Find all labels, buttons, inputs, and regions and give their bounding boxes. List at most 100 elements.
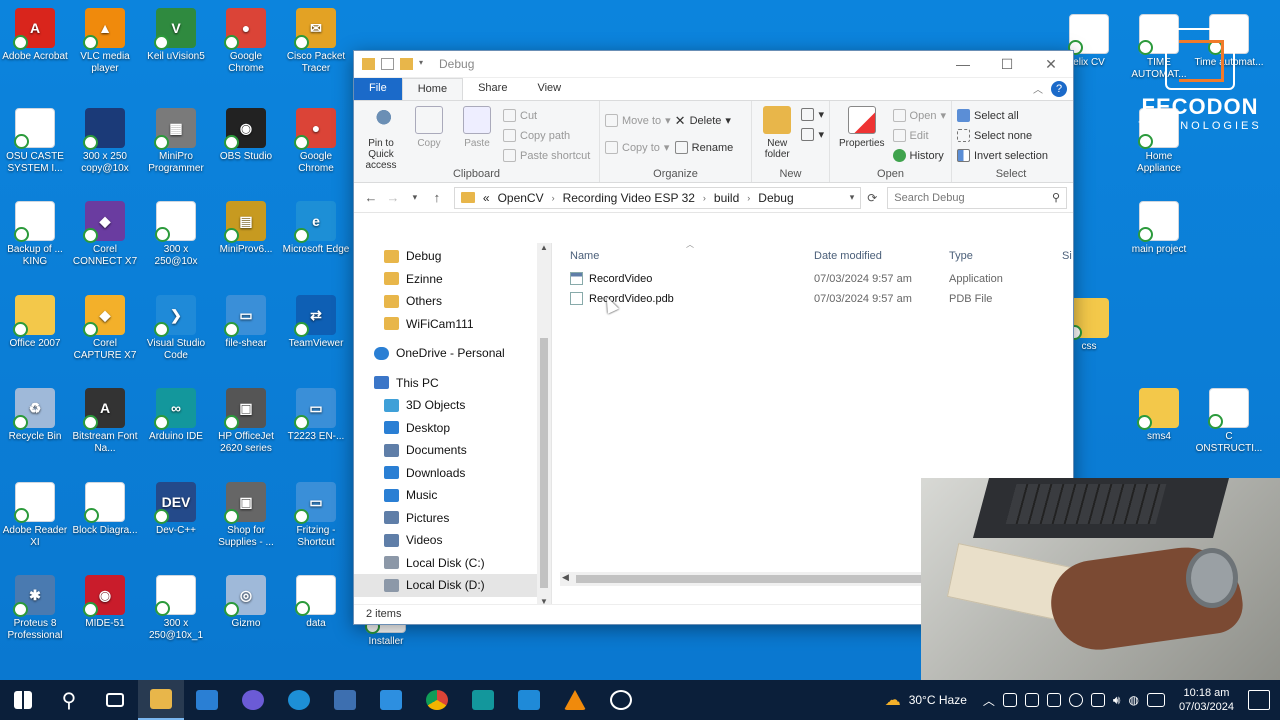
nav-item[interactable]: Ezinne bbox=[354, 268, 551, 291]
desktop-icon[interactable]: ♻ Recycle Bin bbox=[0, 388, 70, 443]
desktop-icon[interactable]: ▭ T2223 EN-... bbox=[281, 388, 351, 443]
desktop-icon[interactable]: ▭ Fritzing - Shortcut bbox=[281, 482, 351, 549]
desktop-icon[interactable]: ▣ Shop for Supplies - ... bbox=[211, 482, 281, 549]
desktop-icon[interactable]: A Bitstream Font Na... bbox=[70, 388, 140, 455]
chevron-right-icon[interactable]: › bbox=[552, 193, 555, 203]
desktop-icon[interactable]: e Microsoft Edge bbox=[281, 201, 351, 256]
nav-item[interactable]: Debug bbox=[354, 245, 551, 268]
tab-share[interactable]: Share bbox=[463, 78, 522, 100]
desktop-icon[interactable]: ● Google Chrome bbox=[211, 8, 281, 75]
nav-item[interactable]: This PC bbox=[354, 372, 551, 395]
taskbar-packet-tracer[interactable] bbox=[322, 680, 368, 720]
scroll-left-icon[interactable]: ◀ bbox=[562, 572, 569, 583]
nav-scrollbar[interactable]: ▲ ▼ bbox=[537, 243, 551, 606]
taskbar-file-explorer[interactable] bbox=[138, 680, 184, 720]
maximize-button[interactable]: ☐ bbox=[985, 51, 1029, 78]
column-type[interactable]: Type bbox=[949, 250, 973, 262]
copy-path-button[interactable]: Copy path bbox=[503, 127, 590, 144]
volume-icon[interactable]: 🔊︎ bbox=[1113, 693, 1121, 708]
desktop-icon[interactable]: Backup of ... KING bbox=[0, 201, 70, 268]
weather-text[interactable]: 30°C Haze bbox=[909, 693, 967, 707]
close-button[interactable]: ✕ bbox=[1029, 51, 1073, 78]
nav-item[interactable]: Local Disk (D:) bbox=[354, 574, 551, 597]
breadcrumb-item[interactable]: build bbox=[714, 191, 739, 205]
globe-icon[interactable]: ◍ bbox=[1128, 693, 1138, 707]
paste-shortcut-button[interactable]: Paste shortcut bbox=[503, 147, 590, 164]
task-view-button[interactable] bbox=[92, 680, 138, 720]
desktop-icon[interactable]: 300 x 250@10x bbox=[141, 201, 211, 268]
desktop-icon[interactable]: ▦ MiniPro Programmer bbox=[141, 108, 211, 175]
desktop-icon[interactable]: 300 x 250@10x_1 bbox=[141, 575, 211, 642]
table-row[interactable]: RecordVideo.pdb 07/03/2024 9:57 am PDB Fil… bbox=[552, 289, 1073, 309]
collapse-ribbon-icon[interactable]: ︿ bbox=[1033, 81, 1043, 100]
minimize-button[interactable]: — bbox=[941, 51, 985, 78]
breadcrumb-item[interactable]: Recording Video ESP 32 bbox=[563, 191, 695, 205]
move-to-button[interactable]: Move to ▾ bbox=[605, 112, 671, 129]
desktop-icon[interactable]: ⇄ TeamViewer bbox=[281, 295, 351, 350]
search-input[interactable]: Search Debug ⚲ bbox=[887, 186, 1067, 209]
keyboard-icon[interactable] bbox=[1146, 693, 1165, 707]
desktop-icon[interactable]: C ONSTRUCTI... bbox=[1194, 388, 1264, 455]
desktop-icon[interactable]: ▲ VLC media player bbox=[70, 8, 140, 75]
new-item-button[interactable]: ▾ bbox=[801, 106, 824, 123]
taskbar-chrome[interactable] bbox=[414, 680, 460, 720]
taskbar-vlc[interactable] bbox=[552, 680, 598, 720]
cut-button[interactable]: Cut bbox=[503, 107, 590, 124]
open-button[interactable]: Open ▾ bbox=[892, 107, 946, 124]
desktop-icon[interactable]: ◉ OBS Studio bbox=[211, 108, 281, 163]
nav-item[interactable]: Desktop bbox=[354, 417, 551, 440]
taskbar-app-1[interactable] bbox=[230, 680, 276, 720]
nav-scroll-thumb[interactable] bbox=[540, 338, 548, 588]
new-folder-quick-icon[interactable] bbox=[400, 58, 413, 70]
desktop-icon[interactable]: ❯ Visual Studio Code bbox=[141, 295, 211, 362]
cloud-icon[interactable] bbox=[1046, 693, 1061, 707]
select-all-button[interactable]: Select all bbox=[957, 107, 1048, 124]
clock[interactable]: 10:18 am 07/03/2024 bbox=[1179, 686, 1234, 714]
breadcrumb-overflow[interactable]: « bbox=[483, 191, 490, 205]
search-taskbar-button[interactable]: ⚲ bbox=[46, 680, 92, 720]
desktop-icon[interactable]: data bbox=[281, 575, 351, 630]
chevron-up-icon[interactable]: ︿ bbox=[983, 692, 995, 709]
taskbar-arduino[interactable] bbox=[460, 680, 506, 720]
nav-item[interactable]: Others bbox=[354, 290, 551, 313]
desktop-icon[interactable]: ◆ Corel CONNECT X7 bbox=[70, 201, 140, 268]
desktop-icon[interactable]: V Keil uVision5 bbox=[141, 8, 211, 63]
tab-view[interactable]: View bbox=[522, 78, 576, 100]
horizontal-scroll-thumb[interactable] bbox=[576, 575, 936, 583]
desktop-icon[interactable]: main project bbox=[1124, 201, 1194, 256]
desktop-icon[interactable]: ▣ HP OfficeJet 2620 series bbox=[211, 388, 281, 455]
desktop-icon[interactable]: ✱ Proteus 8 Professional bbox=[0, 575, 70, 642]
taskbar-mail[interactable] bbox=[184, 680, 230, 720]
chevron-right-icon[interactable]: › bbox=[747, 193, 750, 203]
chevron-right-icon[interactable]: › bbox=[703, 193, 706, 203]
up-arrow-icon[interactable]: ↑ bbox=[426, 190, 448, 205]
desktop-icon[interactable]: ✉ Cisco Packet Tracer bbox=[281, 8, 351, 75]
breadcrumb-item[interactable]: Debug bbox=[758, 191, 793, 205]
nav-item[interactable]: Music bbox=[354, 484, 551, 507]
desktop-icon[interactable]: ▭ file-shear bbox=[211, 295, 281, 350]
desktop-icon[interactable]: A Adobe Acrobat bbox=[0, 8, 70, 63]
desktop-icon[interactable]: Adobe Reader XI bbox=[0, 482, 70, 549]
column-name[interactable]: Name bbox=[570, 250, 599, 262]
rename-button[interactable]: Rename bbox=[674, 139, 733, 156]
desktop-icon[interactable]: ▤ MiniProv6... bbox=[211, 201, 281, 256]
easy-access-button[interactable]: ▾ bbox=[801, 126, 824, 143]
desktop-icon[interactable]: ◆ Corel CAPTURE X7 bbox=[70, 295, 140, 362]
notification-center-icon[interactable] bbox=[1248, 690, 1270, 710]
desktop-icon[interactable]: ∞ Arduino IDE bbox=[141, 388, 211, 443]
desktop-icon[interactable]: ◎ Gizmo bbox=[211, 575, 281, 630]
nav-item[interactable]: OneDrive - Personal bbox=[354, 342, 551, 365]
properties-quick-icon[interactable] bbox=[381, 58, 394, 70]
nav-item[interactable]: 3D Objects bbox=[354, 394, 551, 417]
recent-locations-icon[interactable]: ▾ bbox=[404, 192, 426, 203]
forward-arrow-icon[interactable]: → bbox=[382, 190, 404, 205]
copy-to-button[interactable]: Copy to ▾ bbox=[605, 139, 671, 156]
desktop-icon[interactable]: Office 2007 bbox=[0, 295, 70, 350]
breadcrumb-item[interactable]: OpenCV bbox=[498, 191, 544, 205]
invert-selection-button[interactable]: Invert selection bbox=[957, 147, 1048, 164]
address-bar[interactable]: « OpenCV › Recording Video ESP 32 › build › De… bbox=[453, 186, 862, 209]
scroll-up-icon[interactable]: ▲ bbox=[537, 243, 551, 252]
nav-item[interactable]: Documents bbox=[354, 439, 551, 462]
refresh-icon[interactable]: ⟳ bbox=[861, 191, 883, 205]
table-row[interactable]: RecordVideo 07/03/2024 9:57 am Application bbox=[552, 269, 1073, 289]
